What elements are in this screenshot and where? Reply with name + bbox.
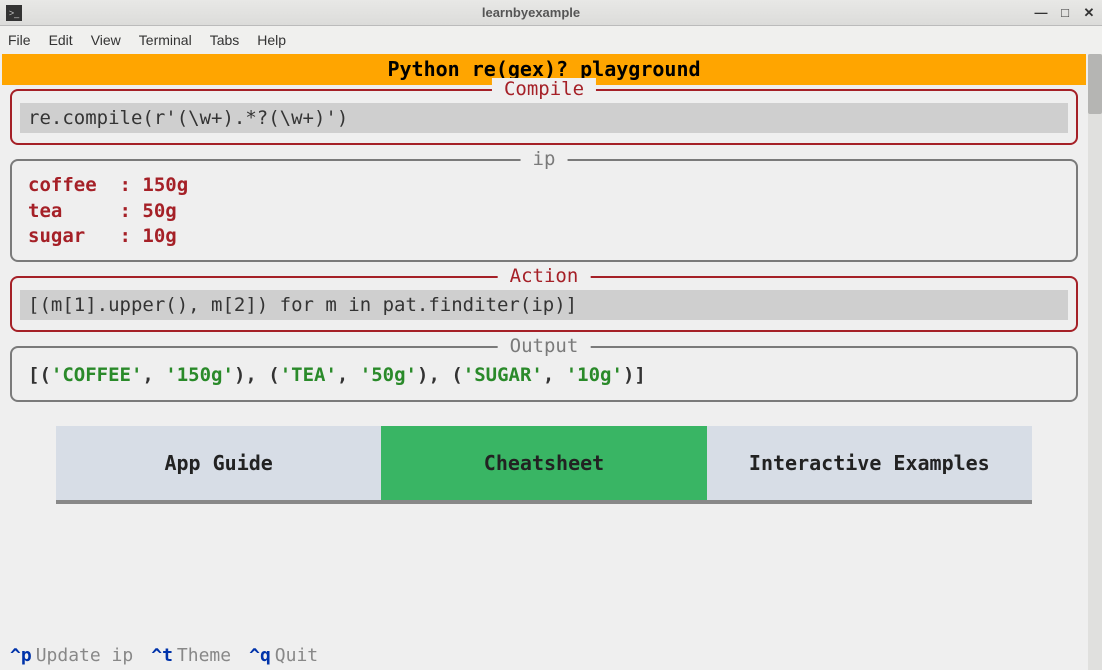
shortcut-desc: Update ip xyxy=(36,645,134,666)
menu-item-file[interactable]: File xyxy=(8,32,31,48)
terminal-icon: >_ xyxy=(6,5,22,21)
menu-item-view[interactable]: View xyxy=(91,32,121,48)
window-titlebar: >_ learnbyexample — □ ✕ xyxy=(0,0,1102,26)
action-panel-label: Action xyxy=(498,265,591,287)
shortcut-desc: Theme xyxy=(177,645,231,666)
app-content: Python re(gex)? playground Compile re.co… xyxy=(0,54,1088,670)
scrollbar-thumb[interactable] xyxy=(1088,54,1102,114)
menu-item-terminal[interactable]: Terminal xyxy=(139,32,192,48)
menu-item-tabs[interactable]: Tabs xyxy=(210,32,240,48)
scrollbar[interactable] xyxy=(1088,54,1102,670)
shortcut-key: ^p xyxy=(10,645,32,666)
menubar: File Edit View Terminal Tabs Help xyxy=(0,26,1102,54)
footer-shortcuts: ^p Update ip ^t Theme ^q Quit xyxy=(0,640,1088,670)
output-panel: Output [('COFFEE', '150g'), ('TEA', '50g… xyxy=(10,346,1078,402)
action-panel: Action [(m[1].upper(), m[2]) for m in pa… xyxy=(10,276,1078,332)
ip-panel: ip coffee : 150g tea : 50g sugar : 10g xyxy=(10,159,1078,262)
window-title: learnbyexample xyxy=(28,5,1034,20)
output-panel-label: Output xyxy=(498,335,591,357)
maximize-button[interactable]: □ xyxy=(1058,5,1072,20)
shortcut-key: ^t xyxy=(151,645,173,666)
tab-app-guide[interactable]: App Guide xyxy=(56,426,381,500)
ip-panel-label: ip xyxy=(521,148,568,170)
minimize-button[interactable]: — xyxy=(1034,5,1048,20)
output-text: [('COFFEE', '150g'), ('TEA', '50g'), ('S… xyxy=(20,360,1068,390)
action-input[interactable]: [(m[1].upper(), m[2]) for m in pat.findi… xyxy=(20,290,1068,320)
menu-item-help[interactable]: Help xyxy=(257,32,286,48)
close-button[interactable]: ✕ xyxy=(1082,5,1096,21)
tab-bar: App GuideCheatsheetInteractive Examples xyxy=(56,426,1032,504)
tab-interactive-examples[interactable]: Interactive Examples xyxy=(707,426,1032,500)
compile-panel: Compile re.compile(r'(\w+).*?(\w+)') xyxy=(10,89,1078,145)
shortcut-desc: Quit xyxy=(275,645,318,666)
compile-panel-label: Compile xyxy=(492,78,596,100)
shortcut-key: ^q xyxy=(249,645,271,666)
menu-item-edit[interactable]: Edit xyxy=(49,32,73,48)
tab-cheatsheet[interactable]: Cheatsheet xyxy=(381,426,706,500)
compile-input[interactable]: re.compile(r'(\w+).*?(\w+)') xyxy=(20,103,1068,133)
ip-text[interactable]: coffee : 150g tea : 50g sugar : 10g xyxy=(20,173,1068,250)
window-controls: — □ ✕ xyxy=(1034,5,1096,21)
